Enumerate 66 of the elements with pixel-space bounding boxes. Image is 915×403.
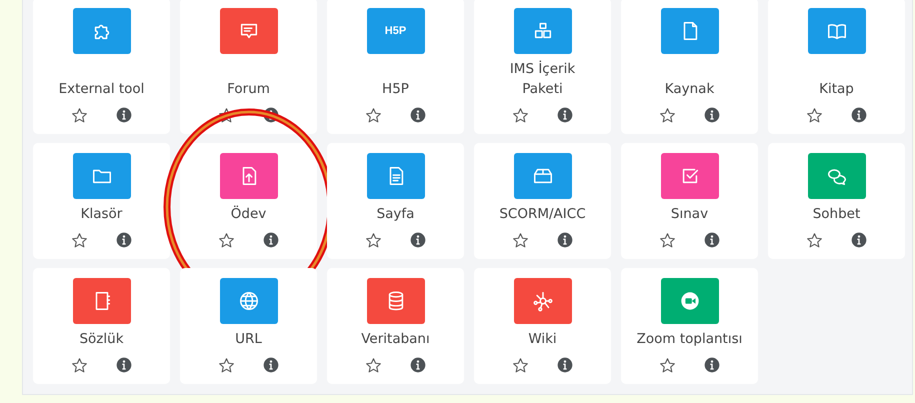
star-icon[interactable] bbox=[659, 232, 676, 248]
activity-tile[interactable]: Veritabanı bbox=[327, 268, 464, 384]
activity-name: Klasör bbox=[80, 205, 122, 224]
star-icon[interactable] bbox=[512, 232, 529, 248]
activity-name: External tool bbox=[58, 80, 144, 99]
activity-name: Sınav bbox=[670, 205, 708, 224]
info-icon[interactable] bbox=[851, 232, 867, 248]
activity-name: Veritabanı bbox=[361, 330, 430, 349]
star-icon[interactable] bbox=[71, 106, 88, 124]
info-icon[interactable] bbox=[410, 232, 426, 248]
star-icon[interactable] bbox=[659, 106, 676, 124]
activity-name: Wiki bbox=[528, 330, 557, 349]
activity-name: Ödev bbox=[230, 204, 266, 224]
activity-name: URL bbox=[235, 330, 262, 349]
info-icon[interactable] bbox=[704, 357, 720, 373]
activity-name: Sayfa bbox=[376, 205, 414, 224]
star-icon[interactable] bbox=[806, 232, 823, 248]
activity-name: H5P bbox=[382, 80, 409, 99]
activity-tile[interactable]: Kaynak bbox=[621, 0, 758, 134]
info-icon[interactable] bbox=[116, 232, 132, 248]
activity-name: SCORM/AICC bbox=[499, 205, 586, 224]
activity-name: Kaynak bbox=[664, 80, 714, 99]
activity-tile[interactable]: Sayfa bbox=[327, 143, 464, 259]
star-icon[interactable] bbox=[365, 356, 382, 374]
activity-name: Zoom toplantısı bbox=[636, 330, 742, 349]
activity-tile[interactable]: Sohbet bbox=[768, 143, 905, 259]
star-icon[interactable] bbox=[806, 106, 823, 124]
info-icon[interactable] bbox=[704, 107, 720, 123]
star-icon[interactable] bbox=[71, 232, 88, 248]
info-icon[interactable] bbox=[263, 232, 279, 248]
star-icon[interactable] bbox=[659, 356, 676, 374]
star-icon[interactable] bbox=[365, 232, 382, 248]
activity-tile[interactable]: Kitap bbox=[768, 0, 905, 134]
activity-tile[interactable]: H5P H5P bbox=[327, 0, 464, 134]
info-icon[interactable] bbox=[557, 357, 573, 373]
activity-tile[interactable]: Zoom toplantısı bbox=[621, 268, 758, 384]
activity-tile[interactable]: Sınav bbox=[621, 143, 758, 259]
activity-tile[interactable]: SCORM/AICC bbox=[474, 143, 611, 259]
star-icon[interactable] bbox=[218, 232, 235, 248]
activity-tile[interactable]: Sözlük bbox=[33, 268, 170, 384]
star-icon[interactable] bbox=[218, 356, 235, 374]
info-icon[interactable] bbox=[410, 107, 426, 123]
activity-name: Kitap bbox=[819, 80, 854, 99]
activity-name: Sohbet bbox=[812, 205, 860, 224]
info-icon[interactable] bbox=[557, 107, 573, 123]
h5p-logo: H5P bbox=[366, 8, 424, 54]
info-icon[interactable] bbox=[116, 107, 132, 123]
info-icon[interactable] bbox=[410, 357, 426, 373]
activity-tile[interactable]: Wiki bbox=[474, 268, 611, 384]
info-icon[interactable] bbox=[704, 232, 720, 248]
star-icon[interactable] bbox=[365, 106, 382, 124]
activity-tile[interactable]: IMS İçerik Paketi bbox=[474, 0, 611, 134]
info-icon[interactable] bbox=[263, 357, 279, 373]
activity-name: IMS İçerik Paketi bbox=[508, 60, 576, 99]
info-icon[interactable] bbox=[116, 357, 132, 373]
activity-tile[interactable]: Klasör bbox=[33, 143, 170, 259]
star-icon[interactable] bbox=[512, 356, 529, 374]
star-icon[interactable] bbox=[512, 106, 529, 124]
activity-name: Sözlük bbox=[79, 330, 124, 349]
activity-name: Forum bbox=[227, 80, 270, 99]
star-icon[interactable] bbox=[71, 356, 88, 374]
activity-tile[interactable]: External tool bbox=[33, 0, 170, 134]
activity-tile[interactable]: URL bbox=[180, 268, 317, 384]
info-icon[interactable] bbox=[851, 107, 867, 123]
activity-tile[interactable]: Ödev bbox=[180, 143, 317, 259]
info-icon[interactable] bbox=[557, 232, 573, 248]
